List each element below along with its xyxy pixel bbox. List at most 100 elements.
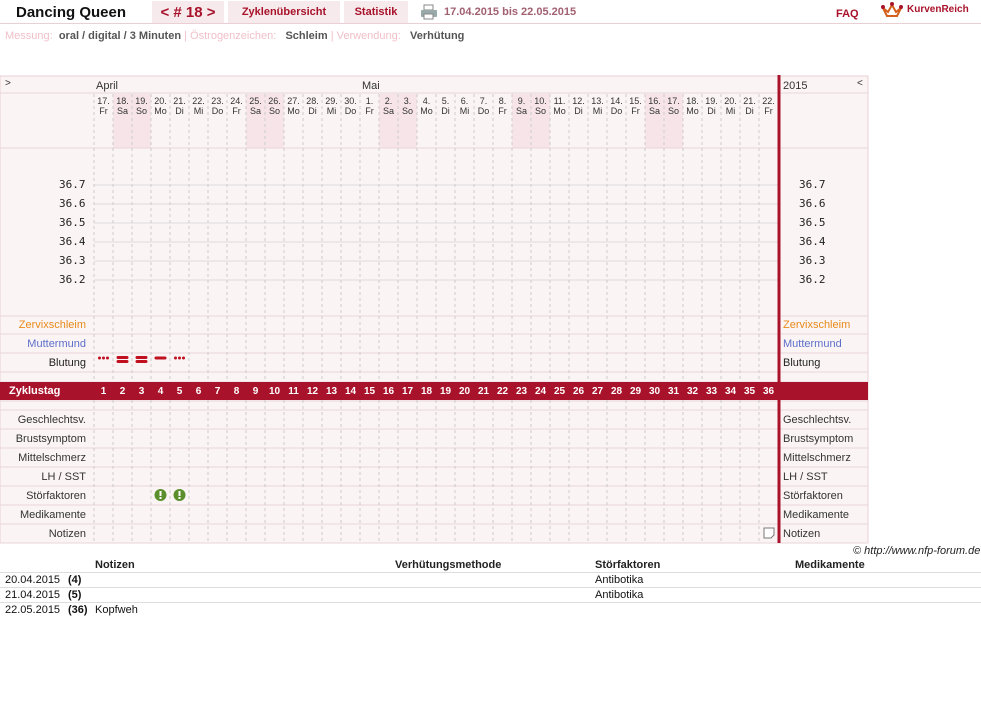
weekday: Sa [648,106,660,116]
zyklustag-number: 18 [420,385,433,397]
weekday: Fr [232,106,241,116]
weekday: Sa [515,106,527,116]
weekday: Mi [459,106,470,116]
zyklustag-number: 35 [743,385,756,397]
day-number: 13. [591,96,604,106]
day-header: 18. Sa [113,96,132,116]
day-number: 29. [325,96,338,106]
day-number: 15. [629,96,642,106]
day-number: 21. [743,96,756,106]
day-header: 7. Do [474,96,493,116]
zyklustag-number: 4 [157,385,164,397]
zyklustag-number: 34 [724,385,737,397]
row-label-right-bottom: Notizen [783,528,821,540]
table-cell: Antibotika [595,574,644,586]
bleeding-light-mark [106,356,109,360]
nav-next-button[interactable]: < [857,78,863,89]
day-number: 30. [344,96,357,106]
weekday: Do [344,106,357,116]
row-label-right-zervixschleim: Zervixschleim [783,319,851,331]
day-number: 1. [365,96,374,106]
weekday: So [534,106,546,116]
day-header: 6. Mi [455,96,474,116]
table-cell: 22.05.2015 [5,604,61,616]
day-header: 18. Mo [683,96,702,116]
day-header: 23. Do [208,96,227,116]
day-header: 25. Sa [246,96,265,116]
weekday: So [268,106,280,116]
weekday: Sa [249,106,261,116]
zyklustag-number: 14 [344,385,357,397]
nav-prev-button[interactable]: > [5,78,11,89]
day-number: 10. [534,96,547,106]
month-label: April [96,80,119,92]
temp-label-left: 36.7 [59,178,86,191]
row-label-right-bottom: Geschlechtsv. [783,414,852,426]
day-header: 4. Mo [417,96,436,116]
table-cell: 21.04.2015 [5,589,61,601]
bleeding-heavy-mark [116,360,129,363]
temp-label-left: 36.5 [59,216,86,229]
day-number: 19. [705,96,718,106]
weekday: Mi [725,106,736,116]
notes-header: Medikamente [795,559,865,571]
zyklustag-number: 8 [233,385,240,397]
table-cell: 20.04.2015 [5,574,61,586]
day-header: 19. So [132,96,151,116]
day-number: 3. [403,96,412,106]
day-header: 28. Di [303,96,322,116]
row-label-bottom: LH / SST [41,471,86,483]
bleeding-medium-mark [154,356,167,360]
note-icon [763,527,775,539]
day-number: 18. [116,96,129,106]
day-number: 28. [306,96,319,106]
zyklustag-number: 3 [138,385,145,397]
zyklustag-number: 33 [705,385,718,397]
weekday: Mi [326,106,337,116]
weekday: Di [745,106,754,116]
row-label-bottom: Brustsymptom [15,433,86,445]
copyright[interactable]: © http://www.nfp-forum.de [853,545,980,557]
zyklustag-number: 26 [572,385,585,397]
zyklustag-number: 2 [119,385,126,397]
day-number: 17. [97,96,110,106]
zyklustag-number: 20 [458,385,471,397]
weekday: Di [175,106,184,116]
weekday: So [135,106,147,116]
row-label-bottom: Medikamente [19,509,86,521]
row-label-right-bottom: Störfaktoren [783,490,843,502]
weekday: Di [308,106,317,116]
bleeding-light-mark [178,356,181,360]
table-cell: (36) [68,604,88,616]
zyklustag-number: 13 [325,385,338,397]
day-header: 15. Fr [626,96,645,116]
weekday: Mo [686,106,699,116]
row-label-bottom: Mittelschmerz [18,452,86,464]
temp-label-left: 36.2 [59,273,86,286]
row-label-right-muttermund: Muttermund [783,338,842,350]
day-header: 29. Mi [322,96,341,116]
day-number: 18. [686,96,699,106]
day-number: 21. [173,96,186,106]
day-number: 22. [192,96,205,106]
row-label-right-bottom: Medikamente [783,509,850,521]
zyklustag-number: 29 [629,385,642,397]
zyklustag-number: 6 [195,385,202,397]
weekday: So [401,106,413,116]
temp-label-right: 36.4 [799,235,826,248]
notes-header: Störfaktoren [595,559,661,571]
notes-header: Verhütungsmethode [395,559,502,571]
table-cell: (5) [68,589,82,601]
zyklustag-number: 28 [610,385,623,397]
weekday: Mi [592,106,603,116]
day-header: 19. Di [702,96,721,116]
zyklustag-number: 31 [667,385,680,397]
weekday: Mo [287,106,300,116]
day-number: 16. [648,96,661,106]
zyklustag-number: 1 [100,385,107,397]
table-row: 22.05.2015 (36) Kopfweh [0,602,981,617]
day-header: 17. Fr [94,96,113,116]
day-header: 22. Mi [189,96,208,116]
weekday: Mo [154,106,167,116]
weekday: Mo [420,106,433,116]
